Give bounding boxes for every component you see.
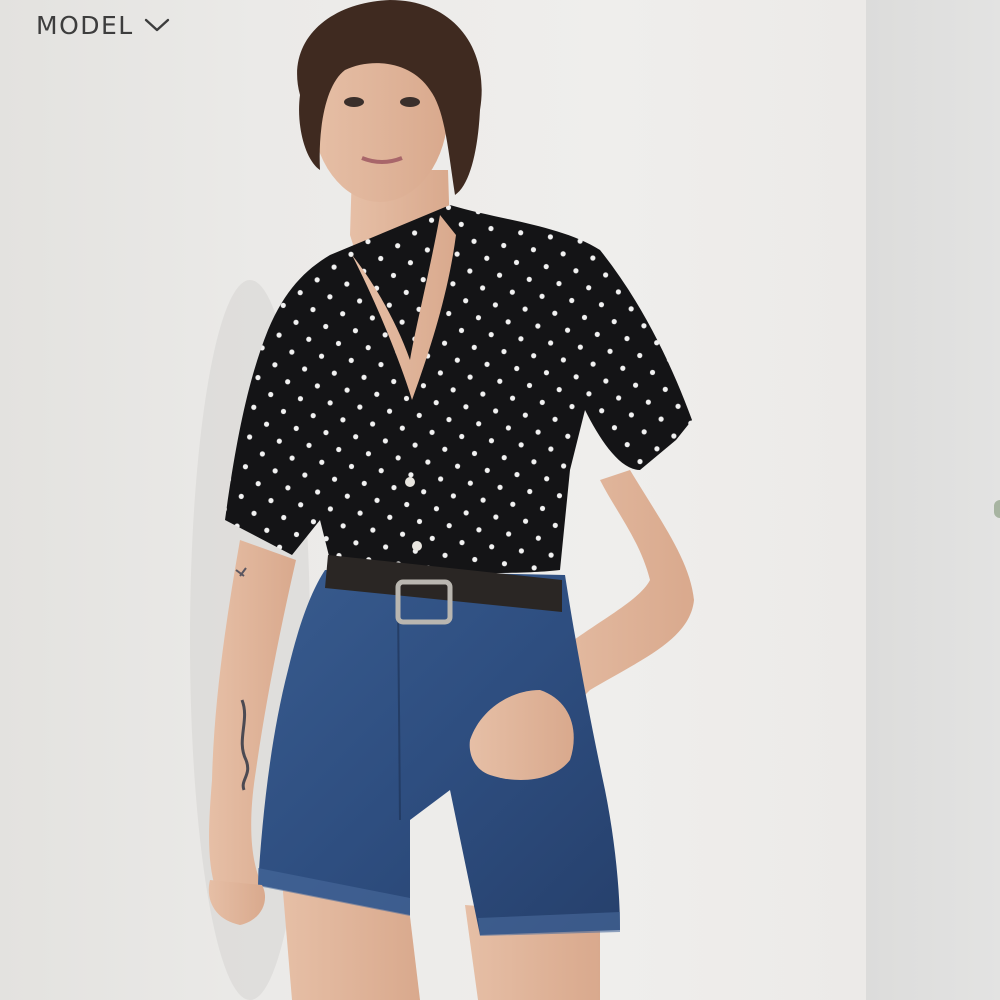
shirt-button [405,477,415,487]
model-label: MODEL [36,10,134,40]
shirt-button [412,541,422,551]
model-info-toggle[interactable]: MODEL [36,8,170,42]
model-photo-illustration [190,0,694,1000]
product-image-viewer: MODEL [0,0,1000,1000]
next-photo-edge [994,500,1000,518]
next-photo-preview[interactable] [866,0,1000,1000]
right-eye [400,97,420,107]
chevron-down-icon [144,18,169,32]
product-photo[interactable] [0,0,866,1000]
left-eye [344,97,364,107]
